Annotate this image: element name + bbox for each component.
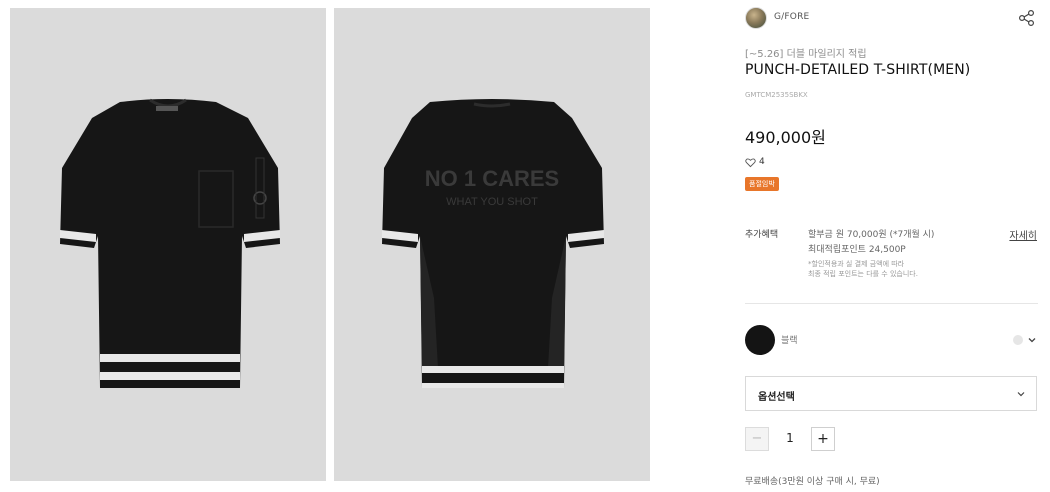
shipping-info: 무료배송(3만원 이상 구매 시, 무료) <box>745 477 880 487</box>
quantity-value[interactable]: 1 <box>781 431 799 445</box>
benefit-label: 추가혜택 <box>745 230 779 240</box>
chevron-down-icon[interactable] <box>1026 334 1038 346</box>
color-indicator-dot <box>1013 335 1023 345</box>
likes-counter[interactable]: 4 <box>745 155 765 169</box>
share-icon[interactable] <box>1018 9 1036 27</box>
product-image-front[interactable] <box>10 8 326 481</box>
brand-name[interactable]: G/FORE <box>774 12 809 22</box>
product-price: 490,000원 <box>745 128 826 147</box>
brand-row[interactable]: G/FORE <box>745 7 1040 29</box>
brand-avatar[interactable] <box>745 7 767 29</box>
front-tshirt-illustration <box>60 98 280 388</box>
promo-text: [~5.26] 더블 마일리지 적립 <box>745 49 867 60</box>
back-print-text-2: WHAT YOU SHOT <box>446 196 538 208</box>
product-sku: GMTCM2535SBKX <box>745 91 808 99</box>
product-image-back[interactable]: NO 1 CARES WHAT YOU SHOT <box>334 8 650 481</box>
installment-text: 할부금 원 70,000원 (*7개월 시) <box>808 230 935 240</box>
points-note-2: 최종 적립 포인트는 다를 수 있습니다. <box>808 270 918 278</box>
chevron-down-icon <box>1017 392 1025 397</box>
color-swatch-black[interactable] <box>745 325 775 355</box>
product-info-panel: G/FORE [~5.26] 더블 마일리지 적립 PUNCH-DETAILED… <box>745 0 1040 492</box>
quantity-increase-button[interactable]: + <box>811 427 835 451</box>
status-badge: 품절임박 <box>745 177 779 191</box>
back-tshirt-illustration: NO 1 CARES WHAT YOU SHOT <box>382 99 604 388</box>
benefit-detail-link[interactable]: 자세히 <box>1009 227 1037 242</box>
likes-count: 4 <box>759 157 765 167</box>
points-note-1: *할인적용과 실 결제 금액에 따라 <box>808 260 905 268</box>
option-select[interactable]: 옵션선택 <box>745 376 1037 411</box>
back-print-text-1: NO 1 CARES <box>425 166 559 191</box>
quantity-decrease-button[interactable]: − <box>745 427 769 451</box>
color-name: 블랙 <box>781 336 798 346</box>
divider <box>745 303 1038 304</box>
product-title: PUNCH-DETAILED T-SHIRT(MEN) <box>745 62 971 78</box>
option-select-label: 옵션선택 <box>758 392 795 403</box>
max-points-text: 최대적립포인트 24,500P <box>808 245 906 255</box>
heart-icon[interactable] <box>745 157 756 168</box>
